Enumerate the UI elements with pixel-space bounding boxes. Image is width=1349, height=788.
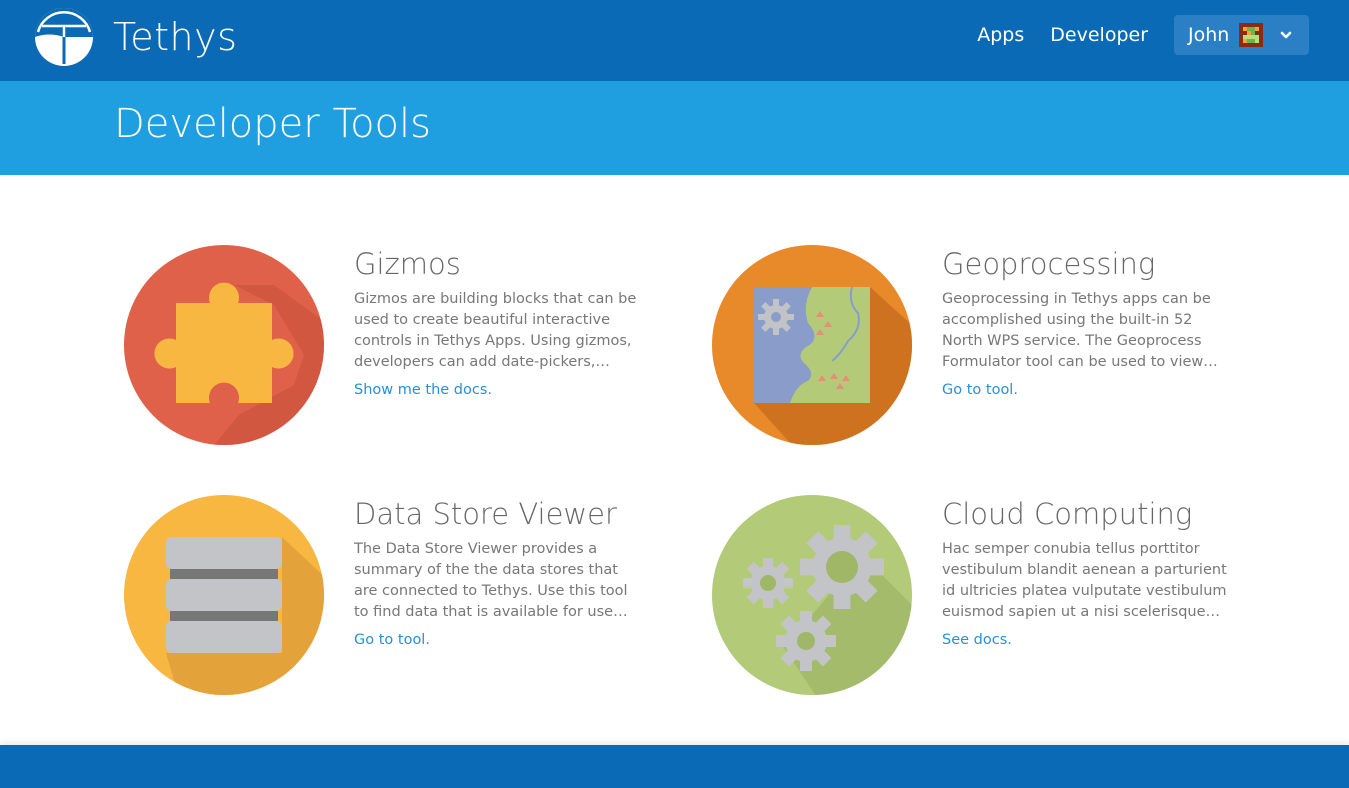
- see-docs-link[interactable]: See docs.: [942, 632, 1012, 648]
- chevron-down-icon: [1281, 31, 1292, 39]
- tethys-logo-icon: [35, 8, 93, 66]
- user-menu-button[interactable]: John: [1174, 15, 1309, 55]
- page-banner: Developer Tools: [0, 81, 1349, 175]
- avatar: [1239, 23, 1264, 47]
- page-title: Developer Tools: [114, 101, 431, 147]
- tool-card-gizmos: Gizmos Gizmos are building blocks that c…: [124, 245, 684, 445]
- nav-developer-link[interactable]: Developer: [1050, 15, 1148, 55]
- user-name: John: [1188, 24, 1230, 46]
- go-to-tool-link[interactable]: Go to tool.: [354, 632, 430, 648]
- database-icon: [124, 495, 324, 695]
- gears-icon: [712, 495, 912, 695]
- tool-card-data-store-viewer: Data Store Viewer The Data Store Viewer …: [124, 495, 684, 695]
- footer: [0, 745, 1349, 788]
- puzzle-piece-icon: [124, 245, 324, 445]
- brand-home-link[interactable]: Tethys: [33, 6, 237, 68]
- nav-links: Apps Developer John: [977, 15, 1309, 55]
- tool-card-text: Cloud Computing Hac semper conubia tellu…: [942, 497, 1227, 649]
- tool-title: Cloud Computing: [942, 497, 1193, 531]
- tool-description: The Data Store Viewer provides a summary…: [354, 541, 628, 620]
- tool-card-cloud-computing: Cloud Computing Hac semper conubia tellu…: [712, 495, 1272, 695]
- tool-card-text: Gizmos Gizmos are building blocks that c…: [354, 247, 639, 399]
- tool-title: Gizmos: [354, 247, 461, 281]
- map-gear-icon: [712, 245, 912, 445]
- tool-description: Hac semper conubia tellus porttitor vest…: [942, 541, 1227, 620]
- nav-apps-link[interactable]: Apps: [977, 15, 1024, 55]
- tool-title: Data Store Viewer: [354, 497, 617, 531]
- tool-card-text: Geoprocessing Geoprocessing in Tethys ap…: [942, 247, 1227, 399]
- show-docs-link[interactable]: Show me the docs.: [354, 382, 492, 398]
- tool-description: Geoprocessing in Tethys apps can be acco…: [942, 291, 1218, 370]
- go-to-tool-link[interactable]: Go to tool.: [942, 382, 1018, 398]
- tool-title: Geoprocessing: [942, 247, 1156, 281]
- brand-name: Tethys: [113, 15, 238, 59]
- tool-card-geoprocessing: Geoprocessing Geoprocessing in Tethys ap…: [712, 245, 1272, 445]
- tool-card-text: Data Store Viewer The Data Store Viewer …: [354, 497, 639, 649]
- navbar: Tethys Apps Developer John: [0, 0, 1349, 81]
- tool-description: Gizmos are building blocks that can be u…: [354, 291, 637, 370]
